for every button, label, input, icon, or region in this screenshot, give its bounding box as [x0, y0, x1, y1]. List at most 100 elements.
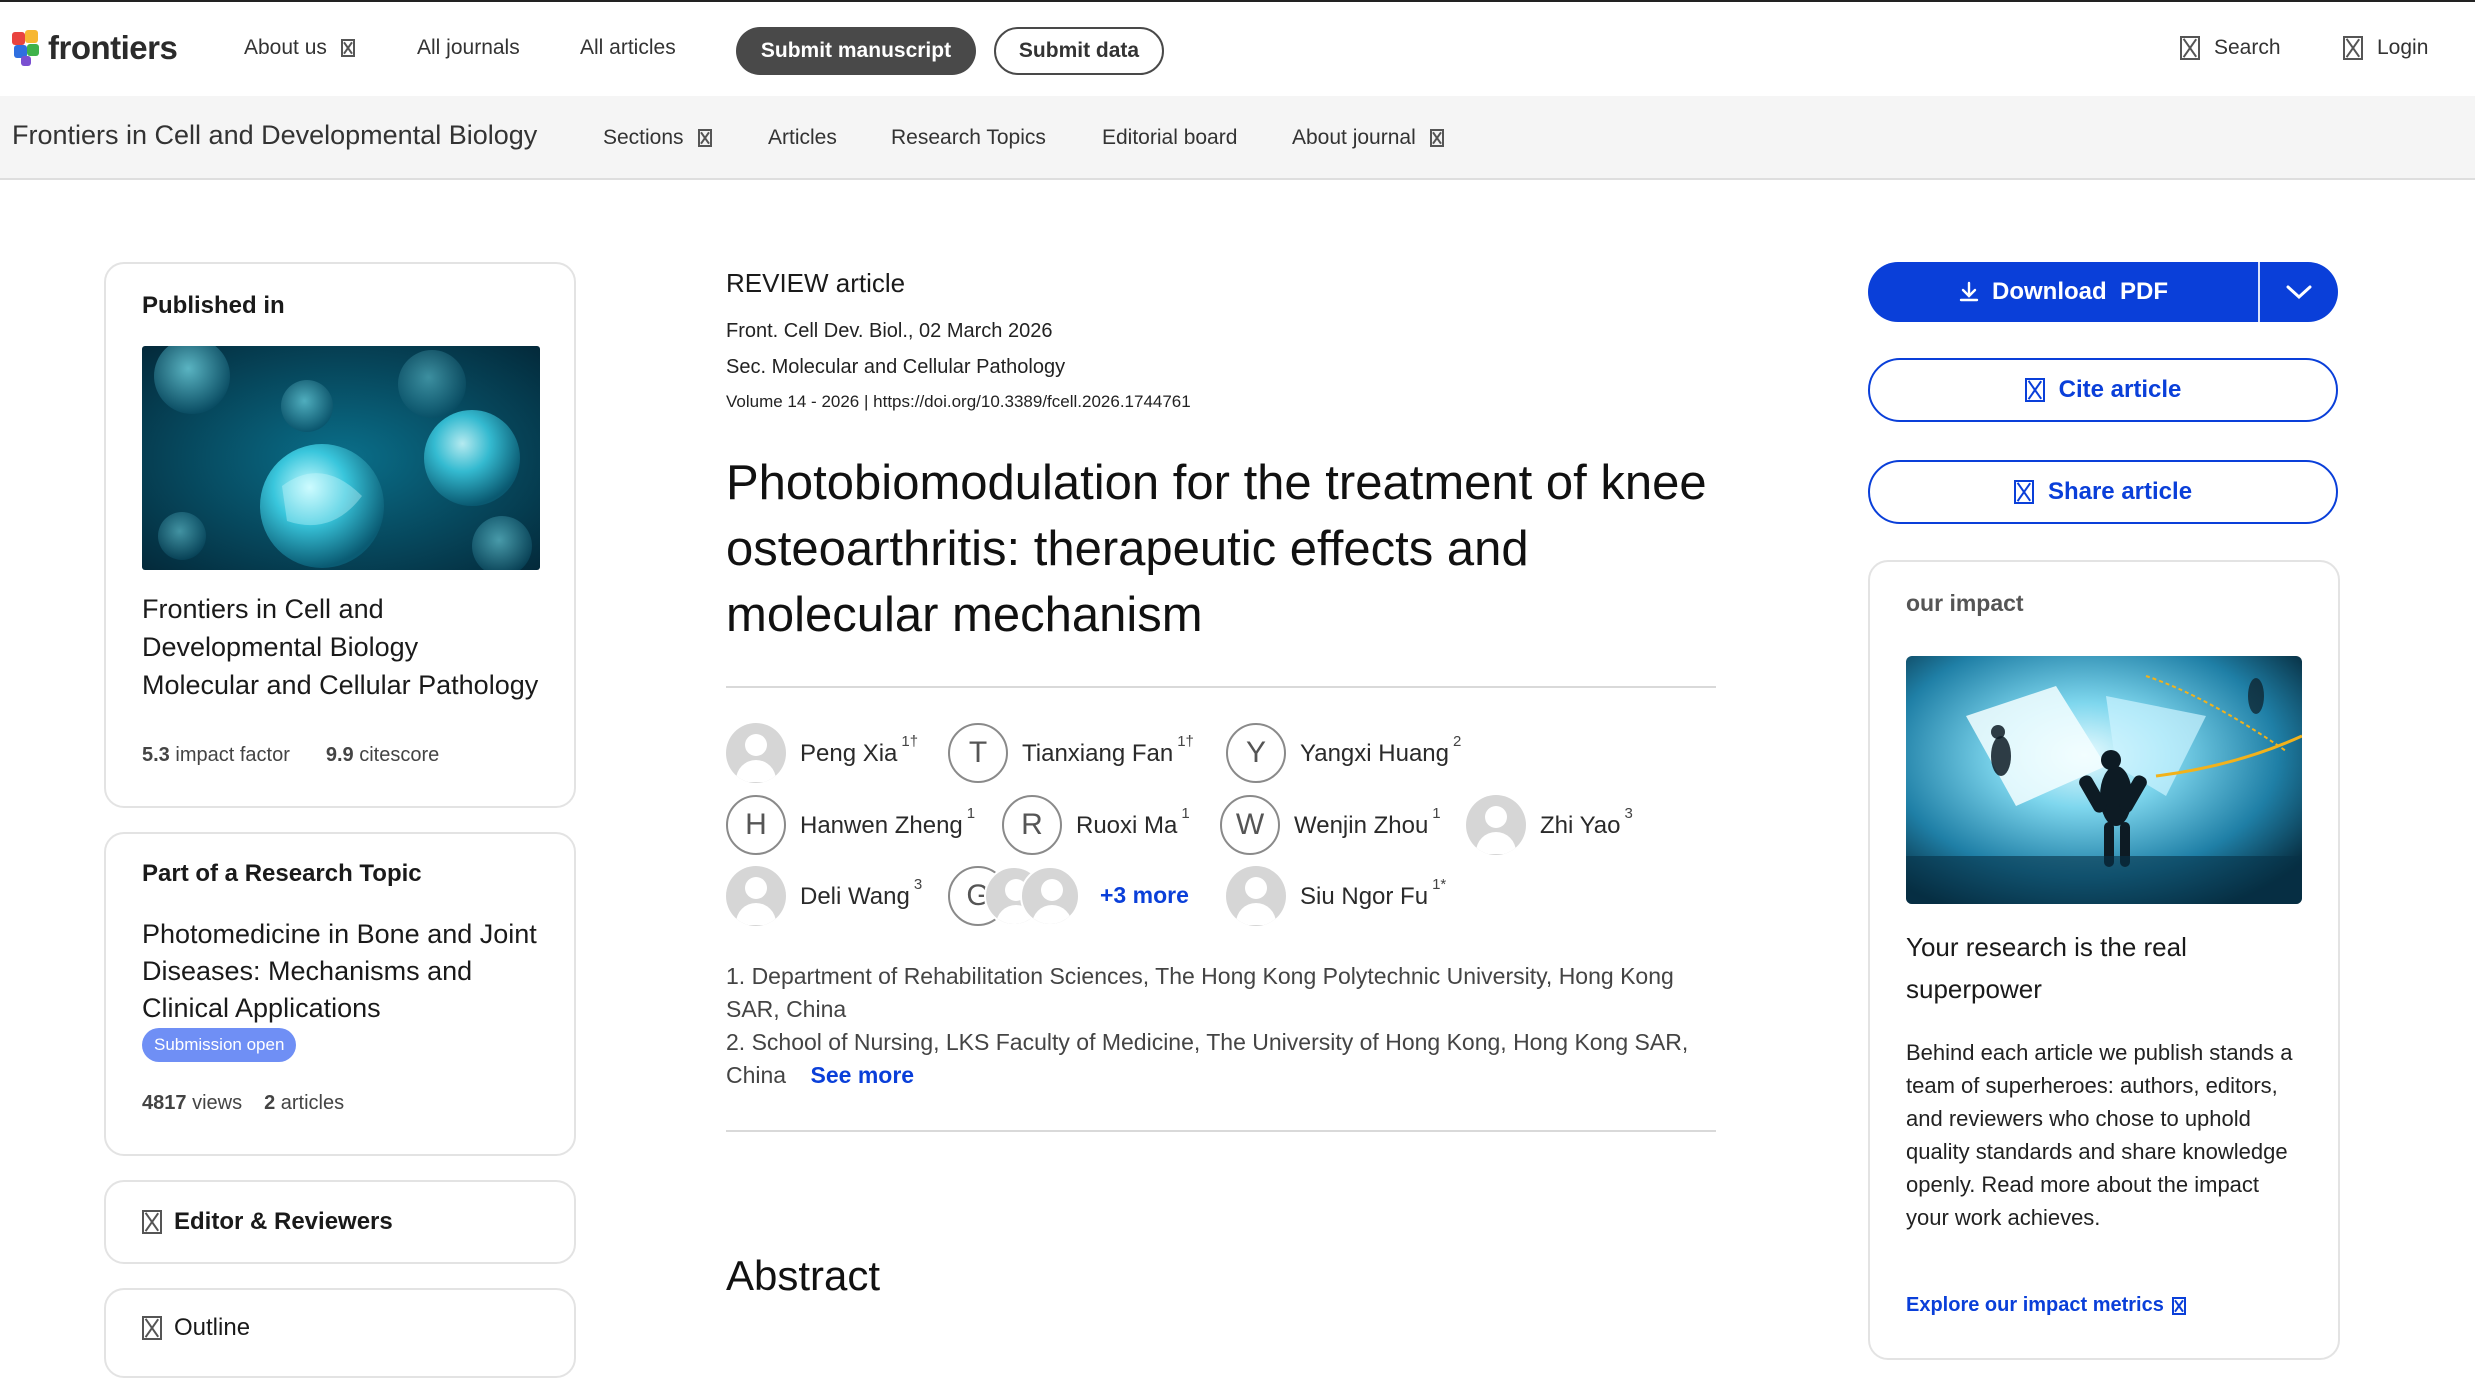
author-name: Zhi Yao 3 [1540, 805, 1633, 840]
journal-section[interactable]: Molecular and Cellular Pathology [142, 666, 538, 704]
journal-nav-about-journal[interactable]: About journal [1292, 126, 1444, 150]
author-sup: 3 [1624, 804, 1633, 822]
submit-manuscript-button[interactable]: Submit manuscript [736, 27, 976, 75]
see-more-link[interactable]: See more [811, 1062, 915, 1088]
author-item[interactable]: Y Yangxi Huang 2 [1226, 723, 1461, 783]
share-article-label: Share article [2047, 478, 2193, 505]
author-name-text: Hanwen Zheng [800, 811, 963, 839]
research-topic-title[interactable]: Photomedicine in Bone and Joint Diseases… [142, 916, 552, 1027]
affiliation-item: 1. Department of Rehabilitation Sciences… [726, 963, 1674, 1022]
abstract-heading: Abstract [726, 1252, 881, 1299]
top-nav: frontiers About us All journals All arti… [0, 0, 2475, 96]
author-sup: 1† [901, 732, 919, 750]
journal-nav-sections[interactable]: Sections [603, 126, 712, 150]
download-pdf-button[interactable]: Download PDF [1868, 262, 2338, 322]
search-button[interactable]: Search [2180, 36, 2281, 60]
download-pdf-main[interactable]: Download PDF [1868, 278, 2258, 306]
download-options-toggle[interactable] [2260, 283, 2338, 301]
impact-tagline: Your research is the real superpower [1906, 932, 2187, 1004]
author-item[interactable]: Peng Xia 1† [726, 723, 918, 783]
published-in-heading: Published in [142, 292, 285, 319]
share-article-button[interactable]: Share article [1868, 460, 2338, 524]
people-icon [142, 1210, 162, 1234]
citescore: 9.9 citescore [326, 744, 439, 767]
journal-name-line2[interactable]: Developmental Biology [142, 628, 538, 666]
journal-nav-articles[interactable]: Articles [768, 126, 837, 150]
more-authors-avatars[interactable]: G [948, 866, 1088, 926]
author-avatar: Y [1226, 723, 1286, 783]
author-avatar [1226, 866, 1286, 926]
affiliations: 1. Department of Rehabilitation Sciences… [726, 960, 1716, 1092]
download-icon [1959, 281, 1979, 302]
published-in-card: Published in Frontiers in Cell and Devel… [104, 262, 576, 808]
chevron-down-icon [697, 129, 712, 147]
impact-card: our impact Your research is the real sup… [1868, 560, 2340, 1360]
impact-factor: 5.3 impact factor [142, 744, 290, 767]
article-volume-doi: Volume 14 - 2026 | https://doi.org/10.33… [726, 392, 1191, 412]
impact-body: Behind each article we publish stands a … [1906, 1040, 2293, 1230]
nav-all-articles-label: All articles [580, 36, 676, 59]
more-authors-link[interactable]: +3 more [1100, 882, 1189, 909]
editors-reviewers-card[interactable]: Editor & Reviewers [104, 1180, 576, 1264]
cite-article-button[interactable]: Cite article [1868, 358, 2338, 422]
journal-cover-image[interactable] [142, 346, 540, 570]
author-name-text: Siu Ngor Fu [1300, 882, 1429, 910]
nav-all-journals[interactable]: All journals [417, 36, 520, 60]
explore-impact-link[interactable]: Explore our impact metrics [1906, 1294, 2186, 1317]
chevron-down-icon [340, 39, 355, 57]
explore-impact-label: Explore our impact metrics [1906, 1294, 2164, 1316]
author-item[interactable]: R Ruoxi Ma 1 [1002, 795, 1190, 855]
affiliation-item: 2. School of Nursing, LKS Faculty of Med… [726, 1026, 1716, 1092]
submission-open-badge: Submission open [142, 1028, 297, 1062]
article-type: REVIEW article [726, 268, 906, 298]
author-avatar: W [1220, 795, 1280, 855]
nav-about-us[interactable]: About us [244, 36, 355, 60]
frontiers-logo[interactable]: frontiers [12, 28, 178, 68]
journal-name-line1[interactable]: Frontiers in Cell and [142, 590, 538, 628]
articles-stat: 2 articles [264, 1092, 344, 1115]
author-avatar: H [726, 795, 786, 855]
impact-image [1906, 656, 2302, 904]
author-avatar [1466, 795, 1526, 855]
nav-all-articles[interactable]: All articles [580, 36, 676, 60]
research-topic-stats: 4817 views 2 articles [142, 1092, 344, 1115]
chevron-down-icon [1429, 129, 1444, 147]
author-sup: 1 [1432, 804, 1441, 822]
affiliations-divider [726, 1130, 1716, 1132]
journal-nav-editorial-board[interactable]: Editorial board [1102, 126, 1237, 150]
author-avatar [1020, 866, 1080, 926]
impact-factor-label: impact factor [175, 744, 290, 766]
article-journal-date: Front. Cell Dev. Biol., 02 March 2026 [726, 320, 1053, 342]
journal-nav-research-topics[interactable]: Research Topics [891, 126, 1046, 150]
submit-manuscript-label: Submit manuscript [760, 39, 952, 62]
author-item[interactable]: W Wenjin Zhou 1 [1220, 795, 1441, 855]
share-icon [2013, 480, 2034, 504]
author-sup: 1† [1177, 732, 1194, 750]
author-avatar [726, 866, 786, 926]
author-name: Peng Xia 1† [800, 733, 918, 768]
outline-card[interactable]: Outline [104, 1288, 576, 1378]
search-icon [2180, 36, 2200, 60]
external-link-icon [2171, 1296, 2186, 1315]
author-name: Yangxi Huang 2 [1300, 733, 1461, 768]
author-name-text: Wenjin Zhou [1294, 811, 1429, 839]
author-item[interactable]: Zhi Yao 3 [1466, 795, 1633, 855]
user-icon [2343, 36, 2363, 60]
author-name: Deli Wang 3 [800, 876, 922, 911]
cite-article-label: Cite article [2058, 376, 2182, 403]
outline-row: Outline [142, 1314, 250, 1342]
editors-reviewers-row: Editor & Reviewers [142, 1208, 393, 1236]
author-item[interactable]: Deli Wang 3 [726, 866, 922, 926]
author-item[interactable]: T Tianxiang Fan 1† [948, 723, 1194, 783]
article-title: Photobiomodulation for the treatment of … [726, 456, 1707, 642]
editors-reviewers-label: Editor & Reviewers [174, 1208, 393, 1235]
journal-title[interactable]: Frontiers in Cell and Developmental Biol… [12, 120, 537, 151]
author-item[interactable]: H Hanwen Zheng 1 [726, 795, 975, 855]
article-doi-link[interactable]: https://doi.org/10.3389/fcell.2026.17447… [873, 392, 1191, 411]
submit-data-button[interactable]: Submit data [994, 27, 1164, 75]
login-button[interactable]: Login [2343, 36, 2428, 60]
sections-label: Sections [603, 126, 684, 149]
title-divider [726, 686, 1716, 688]
author-item[interactable]: Siu Ngor Fu 1* [1226, 866, 1446, 926]
logo-text: frontiers [48, 29, 178, 66]
